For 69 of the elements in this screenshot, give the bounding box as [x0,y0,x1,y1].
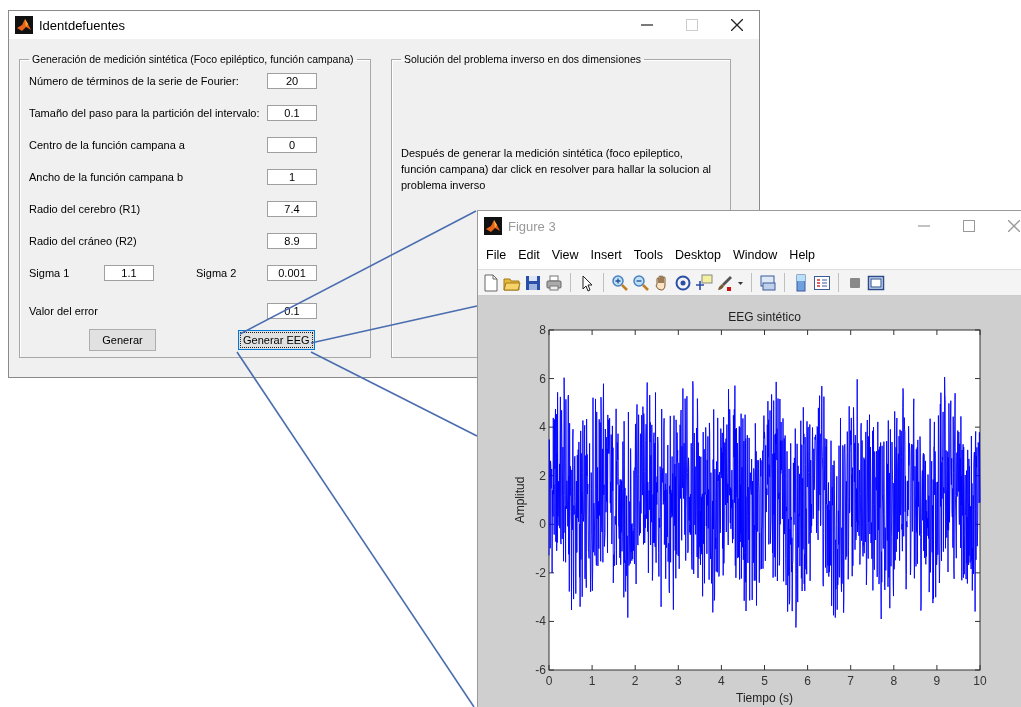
linked-plot-icon[interactable] [759,273,777,292]
tick-label: 7 [847,674,855,688]
field-label: Tamaño del paso para la partición del intervalo: [29,107,261,119]
data-cursor-icon[interactable] [695,273,713,292]
menu-item[interactable]: Edit [512,248,546,262]
menu-item[interactable]: Desktop [669,248,727,262]
menu-item[interactable]: Insert [584,248,628,262]
field-label: Radio del cerebro (R1) [29,203,142,215]
tick-label: -2 [535,565,546,580]
input-field[interactable]: 0.001 [267,265,317,281]
field-label: Valor del error [29,305,99,317]
action-button[interactable]: Generar [89,329,156,351]
menu-item[interactable]: Window [726,248,784,262]
input-field[interactable]: 0.1 [267,105,317,121]
tick-label: 1 [588,674,596,688]
tick-label: 4 [718,674,725,688]
zoom-out-icon[interactable] [632,273,650,292]
tick-label: 5 [761,674,768,688]
input-field[interactable]: 1 [267,169,317,185]
menu-item[interactable]: View [545,248,585,262]
field-label: Ancho de la función campana b [29,171,185,183]
tick-label: 8 [890,674,898,688]
tick-label: 8 [539,323,546,337]
tick-label: -4 [535,614,546,629]
input-field[interactable]: 1.1 [104,265,154,281]
app-icon [484,217,502,235]
brush-icon[interactable] [716,273,734,292]
tick-label: 0 [545,674,553,688]
field-label: Sigma 1 [29,267,71,279]
tick-label: 6 [539,371,546,386]
instruction-text: Después de generar la medición sintética (foco epileptico, función campana) dar click en resolver para hallar la solucion al problema inverso [401,146,712,193]
axis-title: Tiempo (s) [736,691,793,705]
input-field[interactable]: 0 [267,137,317,153]
menu-item[interactable]: Tools [627,248,670,262]
tick-label: 3 [674,674,682,688]
axis-title: Amplitud [513,476,527,524]
rotate-icon[interactable] [674,273,692,292]
legend-icon[interactable] [813,273,831,292]
menu-item[interactable]: Help [783,248,822,262]
tick-label: 6 [804,674,811,688]
input-field[interactable]: 8.9 [267,233,317,249]
menu-item[interactable]: File [480,248,513,262]
field-label: Sigma 2 [196,267,238,279]
window-title: Figure 3 [508,218,557,234]
close-icon[interactable] [730,19,743,31]
field-label: Número de términos de la serie de Fourier: [29,75,240,87]
panel-title: Solución del problema inverso en dos dimensiones [403,53,642,65]
field-label: Radio del cráneo (R2) [29,235,138,247]
app-icon [15,16,33,34]
tick-label: 0 [539,517,546,532]
new-file-icon[interactable] [482,273,500,292]
window-icon[interactable] [867,273,885,292]
panel-title: Generación de medición sintética (Foco epiléptico, función campana) [31,53,355,65]
zoom-in-icon[interactable] [611,273,629,292]
input-field[interactable]: 20 [267,73,317,89]
input-field[interactable]: 0.1 [267,303,317,319]
action-button[interactable]: Generar EEG [238,330,315,350]
maximize-icon[interactable] [962,220,975,232]
tick-label: 10 [973,674,987,688]
chart-title: EEG sintético [728,310,801,324]
printer-icon[interactable] [545,273,563,292]
tick-label: 4 [539,420,546,435]
window-title: Identdefuentes [39,17,127,33]
tick-label: 9 [933,674,941,688]
input-field[interactable]: 7.4 [267,201,317,217]
tick-label: 2 [631,674,639,688]
field-label: Centro de la función campana a [29,139,186,151]
tick-label: -6 [535,663,546,677]
tick-label: 2 [539,468,546,483]
